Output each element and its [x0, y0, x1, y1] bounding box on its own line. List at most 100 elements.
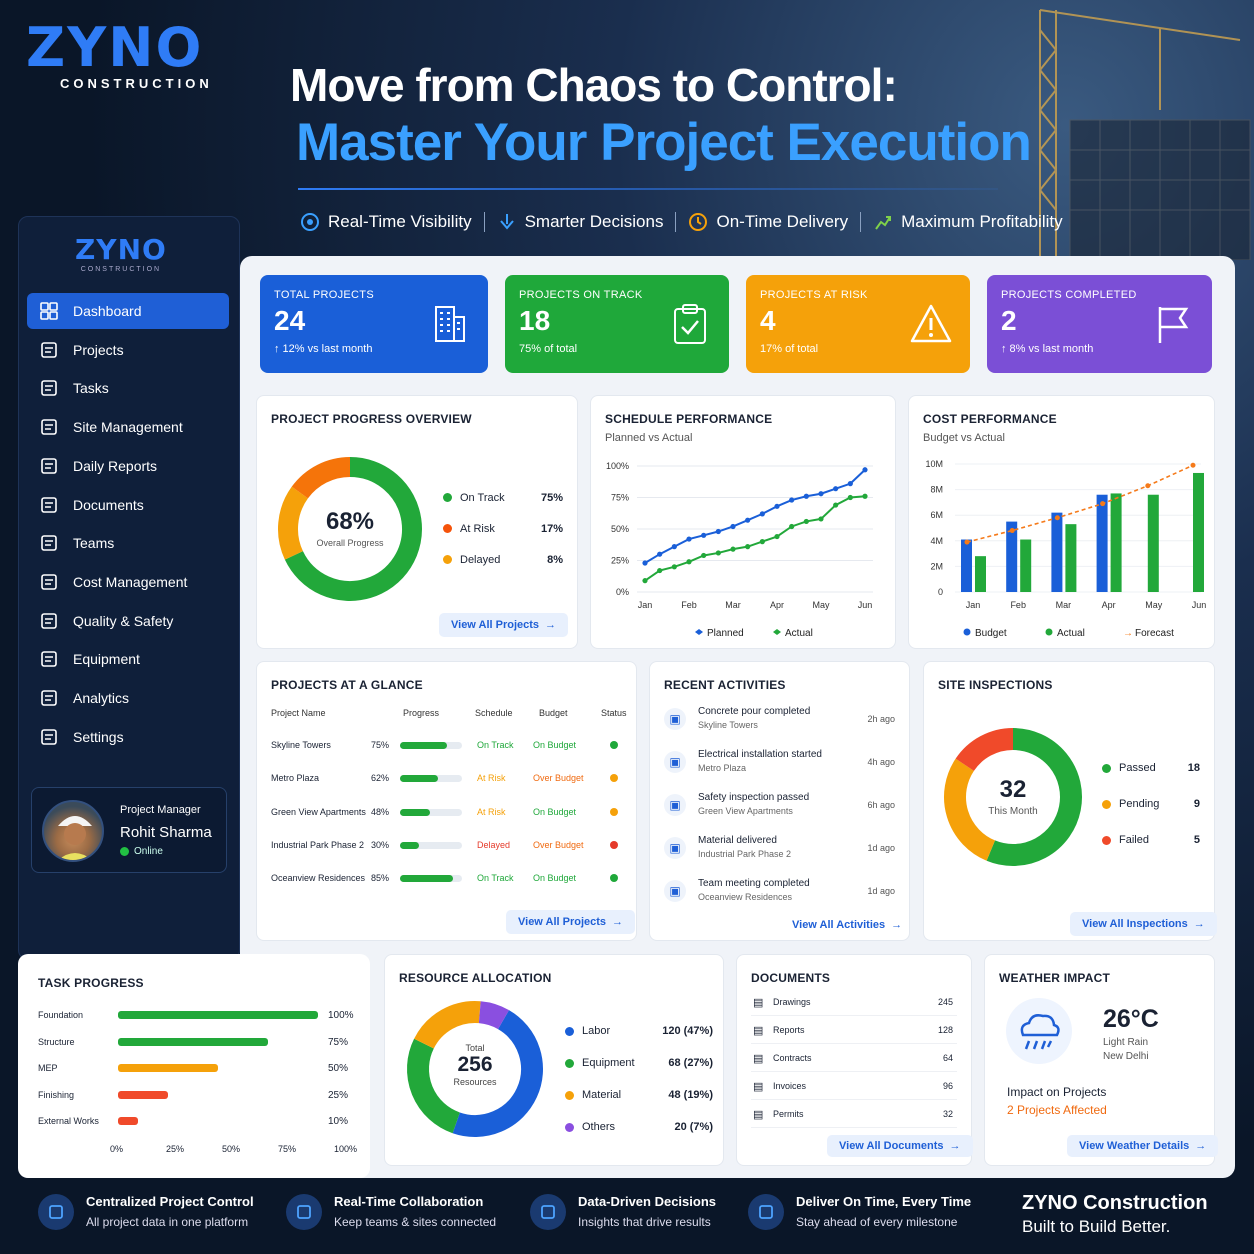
budget-status: Over Budget	[533, 839, 584, 850]
data-point	[818, 516, 824, 522]
analytics-icon	[530, 1194, 566, 1230]
data-point	[803, 493, 809, 499]
sidebar-item-site-management[interactable]: Site Management	[27, 409, 229, 445]
x-tick-label: May	[1145, 600, 1163, 610]
footer-feature-text: Real-Time Collaboration Keep teams & site…	[334, 1194, 496, 1229]
legend-item: Labor 120 (47%)	[565, 1015, 713, 1047]
sidebar-item-label: Settings	[73, 728, 124, 745]
feature-strip: Real-Time Visibility Smarter Decisions O…	[300, 208, 1063, 236]
document-icon: ▤	[753, 1081, 764, 1093]
resource-total-unit: Resources	[453, 1077, 497, 1087]
sidebar-item-cost-management[interactable]: Cost Management	[27, 564, 229, 600]
sidebar-item-quality-safety[interactable]: Quality & Safety	[27, 603, 229, 639]
sidebar-item-projects[interactable]: Projects	[27, 332, 229, 368]
card-title: PROJECT PROGRESS OVERVIEW	[271, 412, 472, 426]
progress-fill	[400, 775, 439, 783]
legend-marker	[963, 628, 971, 636]
sidebar-item-label: Documents	[73, 496, 144, 513]
task-percent: 50%	[328, 1063, 349, 1074]
axis-tick-label: 75%	[278, 1144, 297, 1154]
data-point	[1100, 501, 1106, 507]
data-point	[803, 518, 809, 525]
document-type: Permits	[773, 1109, 804, 1119]
legend-swatch	[565, 1122, 574, 1132]
legend-label: On Track	[460, 491, 505, 504]
data-point	[774, 503, 780, 509]
legend-swatch	[1102, 835, 1111, 845]
y-tick-label: 4M	[930, 536, 943, 546]
footer-feature-text: Centralized Project Control All project d…	[86, 1194, 254, 1229]
view-all-activities-button[interactable]: View All Activities →	[780, 914, 914, 936]
document-count: 128	[937, 1025, 953, 1035]
sidebar-item-label: Site Management	[73, 419, 183, 436]
data-point	[1009, 528, 1015, 534]
sidebar-item-dashboard[interactable]: Dashboard	[27, 293, 229, 329]
sidebar-item-analytics[interactable]: Analytics	[27, 680, 229, 716]
data-point	[745, 544, 751, 550]
sidebar-item-settings[interactable]: Settings	[27, 719, 229, 755]
legend-marker: →	[1123, 628, 1133, 639]
sidebar-item-label: Analytics	[73, 690, 130, 706]
sidebar-item-label: Projects	[73, 341, 124, 358]
sidebar-item-daily-reports[interactable]: Daily Reports	[27, 448, 229, 484]
axis-tick-label: 100%	[334, 1144, 358, 1154]
data-point	[701, 552, 707, 559]
schedule-status: Delayed	[477, 839, 511, 850]
status-indicator	[610, 840, 618, 849]
task-percent: 75%	[328, 1036, 349, 1048]
project-name: Oceanview Residences	[271, 873, 366, 884]
task-label: Structure	[38, 1036, 75, 1047]
progress-percent: 85%	[371, 873, 390, 884]
progress-bar	[400, 841, 462, 849]
analytics-icon	[41, 690, 57, 706]
schedule-status: At Risk	[477, 806, 506, 817]
sidebar-item-equipment[interactable]: Equipment	[27, 641, 229, 677]
x-tick-label: Jun	[1192, 600, 1207, 610]
view-all-documents-button[interactable]: View All Documents →	[827, 1135, 973, 1157]
view-weather-details-button[interactable]: View Weather Details →	[1067, 1135, 1219, 1157]
y-tick-label: 25%	[611, 556, 629, 566]
x-tick-label: Feb	[681, 600, 697, 610]
data-point	[833, 502, 839, 508]
sidebar-item-teams[interactable]: Teams	[27, 525, 229, 561]
status-indicator	[610, 741, 618, 749]
sidebar-item-documents[interactable]: Documents	[27, 487, 229, 523]
view-all-inspections-button[interactable]: View All Inspections →	[1070, 912, 1217, 936]
sidebar: ZYNO CONSTRUCTION Dashboard Projects Tasks…	[18, 216, 240, 960]
x-tick-label: Mar	[1056, 600, 1072, 610]
kpi-card-total-projects[interactable]: TOTAL PROJECTS 24 ↑ 12% vs last month	[260, 275, 488, 373]
data-point	[789, 523, 795, 530]
profile-name: Rohit Sharma	[120, 824, 212, 841]
card-title: DOCUMENTS	[751, 971, 831, 985]
decision-icon	[499, 214, 514, 230]
kpi-card-projects-completed[interactable]: PROJECTS COMPLETED 2 ↑ 8% vs last month	[987, 275, 1212, 373]
bar-actual	[1110, 493, 1122, 592]
task-bar	[118, 1090, 168, 1099]
logo-wordmark: ZYNO	[26, 16, 204, 79]
legend-swatch	[443, 555, 452, 564]
legend-label: Labor	[582, 1025, 611, 1037]
card-title: SCHEDULE PERFORMANCE	[605, 412, 773, 426]
document-icon: ▤	[753, 1025, 764, 1037]
task-label: MEP	[38, 1063, 58, 1073]
equipment-icon	[41, 651, 57, 668]
report-icon	[41, 457, 57, 474]
data-point	[1145, 483, 1151, 489]
data-point	[642, 560, 648, 566]
kpi-card-projects-on-track[interactable]: PROJECTS ON TRACK 18 75% of total	[505, 275, 729, 373]
profile-card[interactable]: Project Manager Rohit Sharma Online	[31, 787, 227, 873]
view-all-projects-button[interactable]: View All Projects →	[439, 613, 569, 637]
sidebar-item-tasks[interactable]: Tasks	[27, 370, 229, 406]
view-all-projects-button[interactable]: View All Projects →	[506, 910, 636, 934]
activity-time: 6h ago	[867, 800, 895, 810]
progress-bar	[400, 742, 462, 749]
card-title: PROJECTS AT A GLANCE	[271, 678, 423, 692]
legend-value: 5	[1193, 834, 1200, 846]
schedule-performance-card: SCHEDULE PERFORMANCE Planned vs Actual 1…	[590, 395, 896, 649]
kpi-card-projects-at-risk[interactable]: PROJECTS AT RISK 4 17% of total	[746, 275, 970, 373]
legend-label: Forecast	[1135, 628, 1174, 639]
legend-swatch	[565, 1026, 574, 1036]
document-count: 96	[942, 1081, 953, 1091]
legend-value: 20 (7%)	[674, 1121, 713, 1133]
button-label: View All Documents	[839, 1140, 944, 1152]
